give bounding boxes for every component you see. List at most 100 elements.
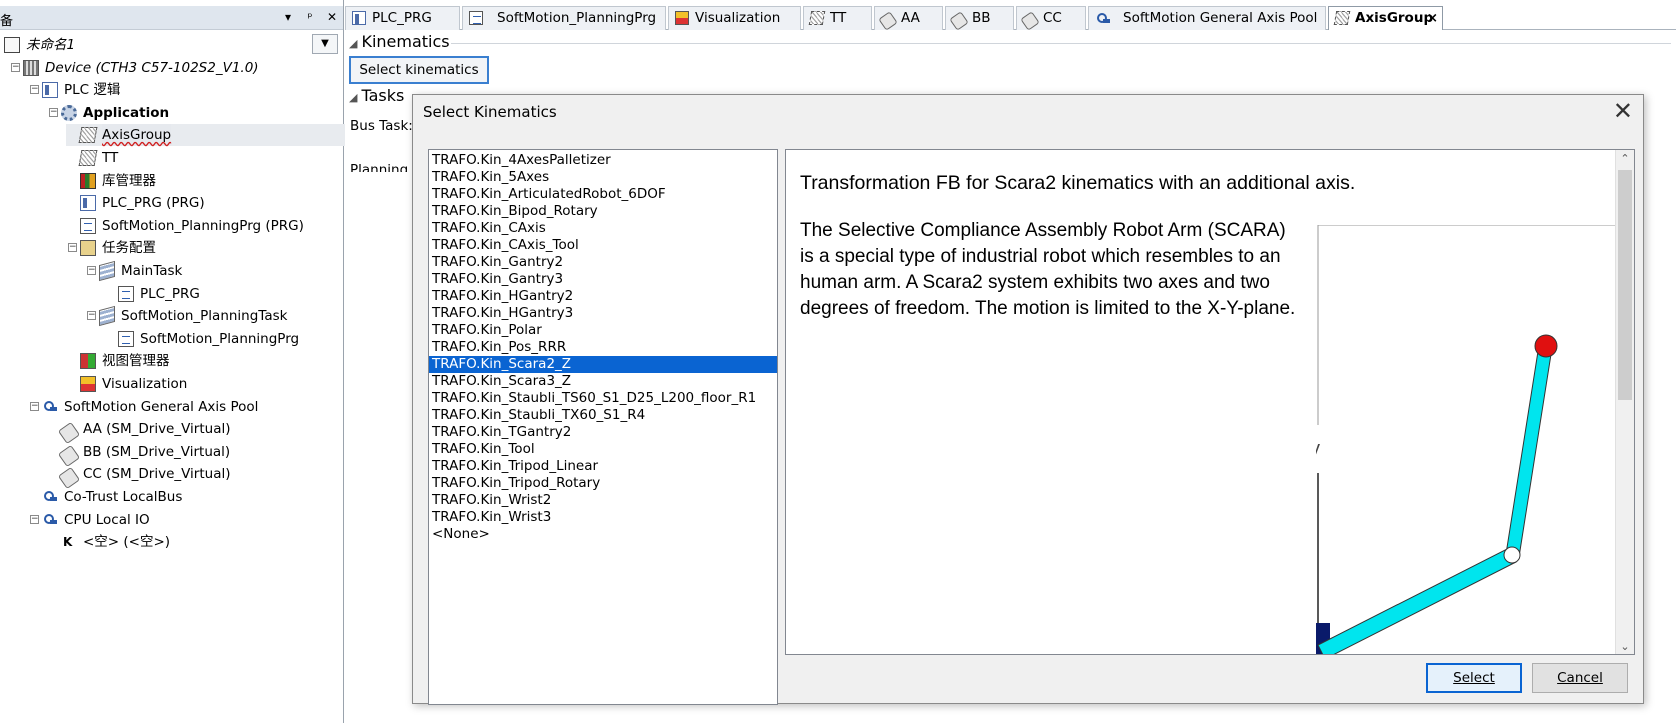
- tree-item[interactable]: SoftMotion_PlanningPrg (PRG): [0, 215, 343, 237]
- tree-item[interactable]: AA (SM_Drive_Virtual): [0, 418, 343, 445]
- scara-arm-link-1: [1317, 547, 1517, 654]
- kinematics-list-item[interactable]: TRAFO.Kin_Scara2_Z: [429, 356, 777, 373]
- kinematics-list-item[interactable]: TRAFO.Kin_Tripod_Rotary: [429, 475, 777, 492]
- axis-group-icon: [78, 127, 98, 144]
- tree-item[interactable]: SoftMotion_PlanningPrg: [0, 328, 343, 350]
- kinematics-list-item[interactable]: TRAFO.Kin_5Axes: [429, 169, 777, 186]
- kinematics-list-item[interactable]: TRAFO.Kin_CAxis: [429, 220, 777, 237]
- kinematics-list-item[interactable]: TRAFO.Kin_Pos_RRR: [429, 339, 777, 356]
- kinematics-list-item[interactable]: TRAFO.Kin_HGantry2: [429, 288, 777, 305]
- tree-item[interactable]: − SoftMotion_PlanningTask: [0, 305, 343, 327]
- tree-expander-icon[interactable]: −: [30, 514, 39, 524]
- tree-item[interactable]: AxisGroup: [66, 124, 378, 147]
- planning-task-label: Planning T: [350, 162, 421, 172]
- cancel-button[interactable]: Cancel: [1532, 663, 1628, 693]
- tree-item[interactable]: − Device (CTH3 C57-102S2_V1.0): [0, 57, 343, 79]
- description-scrollbar[interactable]: ⌃ ⌄: [1615, 150, 1634, 654]
- tree-expander-icon[interactable]: −: [68, 243, 77, 253]
- tree-expander-icon[interactable]: −: [30, 401, 39, 411]
- tab-label: Visualization: [695, 10, 781, 26]
- tab-plc-prg[interactable]: PLC_PRG: [345, 6, 460, 30]
- close-icon[interactable]: ✕: [1613, 97, 1633, 125]
- device-panel-header: 备 ▾ ᵖ ✕: [0, 6, 343, 30]
- tree-item[interactable]: − 任务配置: [0, 237, 343, 259]
- kinematics-list-item[interactable]: TRAFO.Kin_HGantry3: [429, 305, 777, 322]
- tree-item[interactable]: Co-Trust LocalBus: [0, 486, 343, 508]
- tab-label: AA: [901, 10, 920, 26]
- kinematics-listbox[interactable]: TRAFO.Kin_4AxesPalletizer TRAFO.Kin_5Axes…: [428, 149, 778, 705]
- tree-expander-icon[interactable]: −: [30, 85, 39, 95]
- tree-expander-icon[interactable]: −: [87, 311, 96, 321]
- kinematics-list-item[interactable]: TRAFO.Kin_TGantry2: [429, 424, 777, 441]
- kinematics-list-item[interactable]: TRAFO.Kin_4AxesPalletizer: [429, 152, 777, 169]
- tree-item[interactable]: − CPU Local IO: [0, 509, 343, 531]
- panel-dropdown-icon[interactable]: ▾: [280, 9, 296, 25]
- tab-visualization[interactable]: Visualization: [668, 6, 801, 30]
- tree-expander-icon[interactable]: −: [87, 266, 96, 275]
- kinematics-list-item[interactable]: TRAFO.Kin_Gantry3: [429, 271, 777, 288]
- tree-item[interactable]: TT: [0, 147, 343, 169]
- kinematics-list-item[interactable]: TRAFO.Kin_Polar: [429, 322, 777, 339]
- scrollbar-thumb[interactable]: [1618, 170, 1632, 400]
- tree-item[interactable]: 库管理器: [0, 170, 343, 192]
- tree-item[interactable]: − MainTask: [0, 260, 343, 282]
- scara-end-effector: [1534, 334, 1558, 358]
- kinematics-list-item[interactable]: TRAFO.Kin_Staubli_TX60_S1_R4: [429, 407, 777, 424]
- tree-item-label: 未命名1: [26, 37, 76, 53]
- virtual-drive-icon: [949, 11, 969, 31]
- tab-cc[interactable]: CC: [1016, 6, 1086, 31]
- tree-item-label: AxisGroup: [102, 124, 172, 147]
- panel-pin-icon[interactable]: ᵖ: [302, 9, 318, 25]
- tree-item[interactable]: PLC_PRG: [0, 283, 343, 305]
- tab-tt[interactable]: TT: [803, 6, 872, 30]
- scroll-up-icon[interactable]: ⌃: [1616, 150, 1634, 168]
- y-axis-label: y: [1316, 438, 1320, 460]
- tree-expander-icon[interactable]: −: [11, 62, 20, 72]
- tree-item-label: CPU Local IO: [64, 511, 150, 528]
- tab-close-icon[interactable]: ×: [1427, 7, 1438, 29]
- tab-bb[interactable]: BB: [945, 6, 1014, 31]
- kinematics-list-item[interactable]: TRAFO.Kin_Bipod_Rotary: [429, 203, 777, 220]
- program-icon: [352, 11, 366, 25]
- axis-pool-icon: [1095, 11, 1110, 25]
- program-call-icon: [118, 285, 134, 302]
- kinematics-list-item[interactable]: TRAFO.Kin_Gantry2: [429, 254, 777, 271]
- panel-close-icon[interactable]: ✕: [324, 9, 340, 25]
- kinematics-list-item[interactable]: TRAFO.Kin_Scara3_Z: [429, 373, 777, 390]
- kinematics-list-item[interactable]: TRAFO.Kin_CAxis_Tool: [429, 237, 777, 254]
- tab-label: TT: [830, 10, 847, 26]
- tab-softmotion-general-axis-pool[interactable]: SoftMotion General Axis Pool: [1088, 6, 1326, 30]
- tree-item[interactable]: BB (SM_Drive_Virtual): [0, 441, 343, 467]
- select-button[interactable]: Select: [1426, 663, 1522, 693]
- tree-item[interactable]: 未命名1: [0, 34, 343, 56]
- tab-softmotion-planningprg[interactable]: SoftMotion_PlanningPrg: [462, 6, 666, 30]
- select-kinematics-button[interactable]: Select kinematics: [349, 56, 489, 84]
- tree-item[interactable]: − PLC 逻辑: [0, 79, 343, 101]
- tree-item[interactable]: − Application: [0, 102, 343, 124]
- tree-item[interactable]: 视图管理器: [0, 350, 343, 372]
- kinematics-section-header[interactable]: ◢ Kinematics: [349, 32, 450, 51]
- tree-expander-icon[interactable]: −: [49, 107, 58, 117]
- kinematics-list-item[interactable]: TRAFO.Kin_Tripod_Linear: [429, 458, 777, 475]
- tree-item[interactable]: PLC_PRG (PRG): [0, 192, 343, 214]
- kinematics-list-item[interactable]: TRAFO.Kin_ArticulatedRobot_6DOF: [429, 186, 777, 203]
- kinematics-list-item[interactable]: TRAFO.Kin_Wrist2: [429, 492, 777, 509]
- tree-item[interactable]: Visualization: [0, 373, 343, 395]
- kinematics-list-item[interactable]: <None>: [429, 526, 777, 543]
- tree-item[interactable]: − SoftMotion General Axis Pool: [0, 396, 343, 418]
- tab-axisgroup[interactable]: AxisGroup ×: [1328, 6, 1443, 30]
- tab-aa[interactable]: AA: [874, 6, 943, 31]
- kinematics-list-item[interactable]: TRAFO.Kin_Tool: [429, 441, 777, 458]
- tree-item-label: <空> (<空>): [83, 534, 171, 551]
- tree-item[interactable]: <空> (<空>): [0, 531, 343, 553]
- kinematics-list-item[interactable]: TRAFO.Kin_Wrist3: [429, 509, 777, 526]
- tree-item[interactable]: CC (SM_Drive_Virtual): [0, 463, 343, 490]
- tree-item-label: Visualization: [102, 376, 188, 392]
- scroll-down-icon[interactable]: ⌄: [1616, 638, 1634, 654]
- tasks-section-header[interactable]: ◢ Tasks: [349, 86, 404, 105]
- collapse-triangle-icon: ◢: [349, 37, 358, 50]
- kinematics-list-item[interactable]: TRAFO.Kin_Staubli_TS60_S1_D25_L200_floor…: [429, 390, 777, 407]
- dialog-title: Select Kinematics: [423, 103, 557, 121]
- task-config-icon: [80, 240, 96, 257]
- kinematics-section-title: Kinematics: [361, 32, 450, 51]
